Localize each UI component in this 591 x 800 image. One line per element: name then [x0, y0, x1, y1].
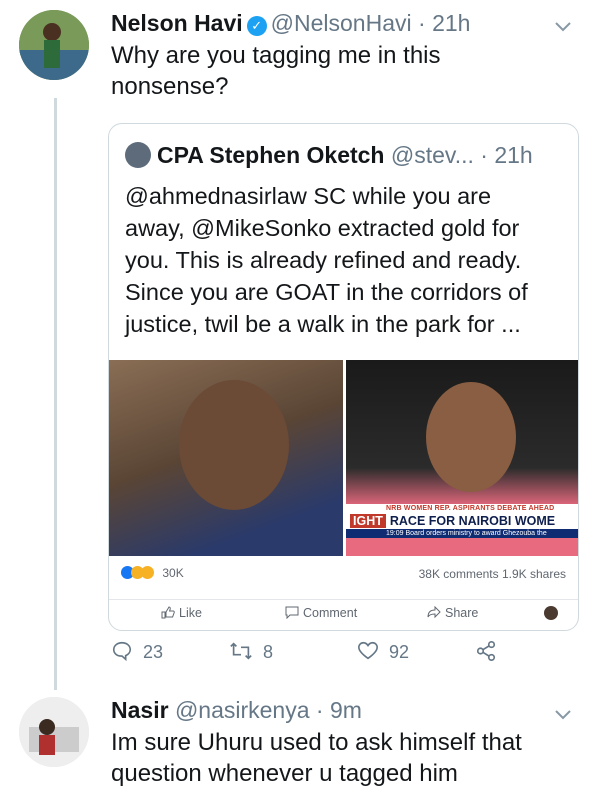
avatar[interactable]: [19, 697, 89, 767]
share-button[interactable]: [475, 640, 507, 663]
tweet-actions: 23 8 92: [111, 640, 531, 670]
quoted-tweet-header: CPA Stephen Oketch @stev... · 21h: [125, 142, 533, 169]
reply-count: 23: [143, 642, 164, 662]
share-icon: [476, 641, 496, 661]
ticker-main: IGHT RACE FOR NAIROBI WOME: [346, 513, 578, 529]
verified-icon: ✓: [246, 16, 267, 36]
reply-icon: [112, 641, 132, 662]
quoted-timestamp: · 21h: [480, 142, 533, 168]
quoted-text-line: @ahmednasirlaw SC while you are: [125, 183, 492, 209]
fb-actions: Like Comment Share: [109, 599, 578, 625]
like-button[interactable]: 92: [357, 640, 409, 663]
quoted-tweet-text: @ahmednasirlaw SC while you are away, @M…: [125, 180, 569, 340]
reactions[interactable]: 30K: [121, 566, 184, 580]
reaction-count: 30K: [162, 566, 184, 580]
quoted-text-line: Since you are GOAT in the corridors of: [125, 279, 528, 305]
quoted-handle: @stev...: [390, 142, 474, 168]
thumbs-up-icon: [161, 606, 175, 619]
ticker-sub: 19:09 Board orders ministry to award Ghe…: [346, 529, 578, 538]
handle[interactable]: @NelsonHavi: [271, 10, 412, 36]
sad-reaction-icon: [141, 566, 154, 579]
like-count: 92: [389, 642, 410, 662]
tweet-text-line: question whenever u tagged him: [111, 760, 458, 787]
timestamp[interactable]: · 21h: [418, 10, 470, 36]
comment-icon: [285, 606, 299, 620]
fb-like-button[interactable]: Like: [161, 606, 202, 620]
tweet-header: Nelson Havi ✓ @NelsonHavi · 21h: [111, 10, 470, 37]
tweet-text-line: nonsense?: [111, 73, 229, 100]
fb-share-label: Share: [445, 606, 479, 620]
quoted-text-line: you. This is already refined and ready.: [125, 247, 522, 273]
tweet-text: Why are you tagging me in this nonsense?: [111, 40, 441, 102]
quoted-text-line: justice, twil be a walk in the park for …: [125, 311, 521, 337]
comments-shares[interactable]: 38K comments 1.9K shares: [419, 567, 566, 581]
face: [179, 380, 289, 510]
fb-share-button[interactable]: Share: [427, 605, 479, 620]
face: [426, 382, 516, 492]
thread-line: [54, 98, 57, 690]
timestamp[interactable]: · 9m: [316, 697, 362, 723]
ticker-time: 19:09: [386, 530, 404, 537]
photo-man[interactable]: [109, 360, 343, 556]
heart-icon: [358, 641, 378, 660]
chevron-down-icon[interactable]: [555, 704, 571, 725]
ticker-title: RACE FOR NAIROBI WOME: [389, 514, 556, 528]
fb-like-label: Like: [179, 606, 202, 620]
ticker-headline: NRB WOMEN REP. ASPIRANTS DEBATE AHEAD: [346, 504, 578, 513]
tweet-text-line: Im sure Uhuru used to ask himself that: [111, 729, 522, 756]
photo-woman[interactable]: NRB WOMEN REP. ASPIRANTS DEBATE AHEAD IG…: [346, 360, 578, 556]
handle[interactable]: @nasirkenya: [175, 697, 310, 723]
retweet-button[interactable]: 8: [229, 640, 273, 663]
quoted-avatar: [125, 142, 151, 168]
quoted-text-line: away, @MikeSonko extracted gold for: [125, 215, 520, 241]
avatar[interactable]: [19, 10, 89, 80]
retweet-icon: [230, 642, 252, 660]
chevron-down-icon[interactable]: [555, 16, 571, 37]
share-arrow-icon: [427, 605, 441, 619]
quoted-media[interactable]: NRB WOMEN REP. ASPIRANTS DEBATE AHEAD IG…: [109, 360, 578, 556]
tweet-text: Im sure Uhuru used to ask himself that q…: [111, 727, 522, 789]
display-name[interactable]: Nelson Havi: [111, 10, 243, 36]
quoted-tweet[interactable]: CPA Stephen Oketch @stev... · 21h @ahmed…: [108, 123, 579, 631]
tweet-header: Nasir @nasirkenya · 9m: [111, 697, 362, 724]
reply-button[interactable]: 23: [111, 640, 163, 663]
fb-comment-button[interactable]: Comment: [285, 606, 357, 620]
fb-stats: 30K 38K comments 1.9K shares: [109, 562, 578, 588]
fb-comment-label: Comment: [303, 606, 358, 620]
news-ticker: NRB WOMEN REP. ASPIRANTS DEBATE AHEAD IG…: [346, 504, 578, 538]
display-name[interactable]: Nasir: [111, 697, 169, 723]
ticker-subtext: Board orders ministry to award Ghezouba …: [405, 530, 547, 537]
tweet-text-line: Why are you tagging me in this: [111, 42, 441, 69]
ticker-tag: IGHT: [350, 514, 386, 528]
quoted-display-name: CPA Stephen Oketch: [157, 142, 385, 168]
fb-profile-avatar[interactable]: [544, 606, 558, 620]
retweet-count: 8: [263, 642, 274, 662]
